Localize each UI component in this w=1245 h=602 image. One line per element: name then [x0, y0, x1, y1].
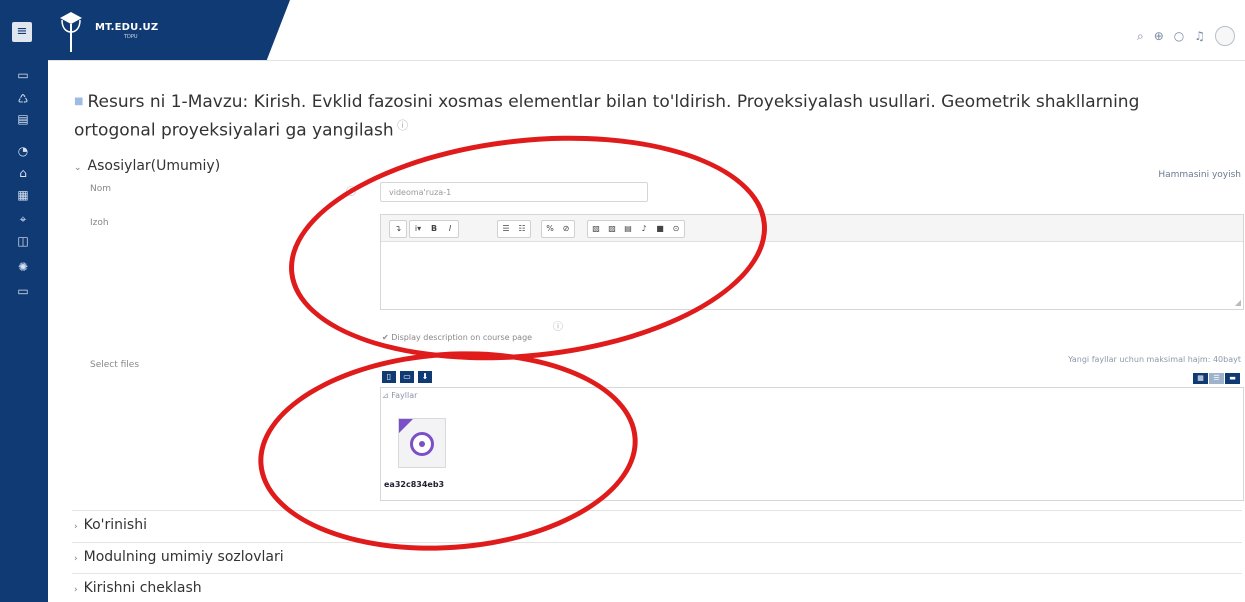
resize-handle-icon[interactable]: ◢	[1235, 298, 1241, 307]
page-title: ■ Resurs ni 1-Mavzu: Kirish. Evklid fazos…	[74, 90, 1174, 143]
create-folder-button[interactable]: ▭	[400, 371, 414, 383]
folder-icon[interactable]: ▭	[14, 282, 32, 300]
help-icon[interactable]: ⓘ	[394, 119, 408, 132]
logo-title[interactable]: MT.EDU.UZ	[95, 22, 158, 33]
divider	[72, 510, 1242, 511]
select-files-label: Select files	[90, 360, 140, 370]
checkbox-checked-icon[interactable]: ✔	[382, 333, 389, 342]
dashboard-icon[interactable]: ♺	[14, 90, 32, 108]
toolbar-group-3: ☰ ☷	[497, 220, 531, 238]
file-name[interactable]: ea32c834eb3	[384, 480, 444, 489]
section-restrict-access-title: Kirishni cheklash	[83, 580, 202, 596]
name-label: Nom	[90, 184, 112, 194]
chevron-right-icon: ›	[74, 585, 78, 595]
toolbar-group-4: % ⊘	[541, 220, 575, 238]
top-navbar: ≡ MT.EDU.UZ TDPU ⌕ ⊕ ○ ♫	[0, 0, 1245, 61]
list-view-button[interactable]: ☰	[1209, 373, 1224, 384]
section-general-title: Asosiylar(Umumiy)	[87, 158, 221, 174]
home-icon[interactable]: ⌂	[14, 164, 32, 182]
editor-toolbar: ↴ i▾ B I ☰ ☷ % ⊘ ▧ ▨ ▤ ♪ ■ ⊙	[381, 215, 1243, 242]
page-title-text: Resurs ni 1-Mavzu: Kirish. Evklid fazosi…	[74, 92, 1140, 141]
user-avatar[interactable]	[1215, 26, 1235, 46]
icon-view-button[interactable]: ▦	[1193, 373, 1208, 384]
record-video-icon[interactable]: ■	[652, 221, 668, 237]
show-more-buttons-icon[interactable]: ↴	[390, 221, 406, 237]
logo-subtitle: TDPU	[124, 34, 138, 40]
chevron-right-icon: ›	[74, 522, 78, 532]
info-icon[interactable]: ⓘ	[346, 183, 356, 198]
section-general-header[interactable]: ⌄ Asosiylar(Umumiy)	[74, 158, 220, 174]
chevron-down-icon: ⌄	[74, 163, 82, 173]
name-input[interactable]: videoma'ruza-1	[380, 182, 648, 202]
breadcrumb-label: Fayllar	[391, 391, 418, 400]
record-audio-icon[interactable]: ♪	[636, 221, 652, 237]
film-reel-icon	[410, 432, 434, 456]
section-common-module-title: Modulning umimiy sozlovlari	[83, 549, 284, 565]
section-restrict-access-header[interactable]: › Kirishni cheklash	[74, 580, 202, 596]
toolbar-group-1: ↴	[389, 220, 407, 238]
section-appearance-header[interactable]: › Ko'rinishi	[74, 517, 147, 533]
display-description-label: Display description on course page	[391, 333, 533, 342]
language-globe-icon[interactable]: ⊕	[1154, 29, 1164, 43]
max-size-text: Yangi fayllar uchun maksimal hajm: 40bay…	[1068, 355, 1241, 364]
add-file-button[interactable]: ▯	[382, 371, 396, 383]
calendar-icon[interactable]: ▦	[14, 186, 32, 204]
top-right-tools: ⌕ ⊕ ○ ♫	[1137, 26, 1235, 46]
notifications-bell-icon[interactable]: ♫	[1194, 29, 1205, 43]
divider	[72, 542, 1242, 543]
site-admin-icon[interactable]: ✺	[14, 258, 32, 276]
bold-icon[interactable]: B	[426, 221, 442, 237]
paragraph-styles-icon[interactable]: i▾	[410, 221, 426, 237]
video-file-icon[interactable]	[398, 418, 446, 468]
file-icon[interactable]: ▤	[620, 221, 636, 237]
section-common-module-header[interactable]: › Modulning umimiy sozlovlari	[74, 549, 284, 565]
file-corner-decoration	[399, 419, 413, 433]
help-icon[interactable]: ⓘ	[553, 318, 563, 333]
expand-all-link[interactable]: Hammasini yoyish	[1158, 170, 1241, 180]
media-icon[interactable]: ▧	[588, 221, 604, 237]
archive-icon[interactable]: ◫	[14, 232, 32, 250]
folder-open-icon: ⊿	[382, 391, 389, 400]
resource-icon: ■	[74, 96, 84, 107]
tree-view-button[interactable]: ▬	[1225, 373, 1240, 384]
ordered-list-icon[interactable]: ☷	[514, 221, 530, 237]
divider	[72, 573, 1242, 574]
unlink-icon[interactable]: ⊘	[558, 221, 574, 237]
unordered-list-icon[interactable]: ☰	[498, 221, 514, 237]
section-appearance-title: Ko'rinishi	[83, 517, 147, 533]
book-icon[interactable]: ▤	[14, 110, 32, 128]
search-icon[interactable]: ⌕	[1137, 29, 1144, 44]
italic-icon[interactable]: I	[442, 221, 458, 237]
toolbar-group-2: i▾ B I	[409, 220, 459, 238]
speedometer-icon[interactable]: ◔	[14, 142, 32, 160]
file-manager-area[interactable]	[380, 387, 1244, 501]
left-sidebar: ▭ ♺ ▤ ◔ ⌂ ▦ ⌖ ◫ ✺ ▭	[0, 60, 48, 602]
menu-toggle-icon[interactable]: ≡	[12, 22, 32, 42]
chevron-right-icon: ›	[74, 554, 78, 564]
description-label: Izoh	[90, 218, 109, 228]
description-editor[interactable]: ↴ i▾ B I ☰ ☷ % ⊘ ▧ ▨ ▤ ♪ ■ ⊙ ◢	[380, 214, 1244, 310]
display-description-checkbox[interactable]: ✔ Display description on course page	[382, 333, 532, 342]
graduation-cap-logo-icon	[60, 12, 82, 52]
file-breadcrumb[interactable]: ⊿ Fayllar	[382, 391, 417, 400]
manage-files-icon[interactable]: ⊙	[668, 221, 684, 237]
graduation-icon[interactable]: ⌖	[14, 210, 32, 228]
messages-icon[interactable]: ○	[1174, 29, 1184, 43]
folder-icon[interactable]: ▭	[14, 66, 32, 84]
toolbar-group-5: ▧ ▨ ▤ ♪ ■ ⊙	[587, 220, 685, 238]
image-icon[interactable]: ▨	[604, 221, 620, 237]
download-button[interactable]: ⬇	[418, 371, 432, 383]
link-icon[interactable]: %	[542, 221, 558, 237]
